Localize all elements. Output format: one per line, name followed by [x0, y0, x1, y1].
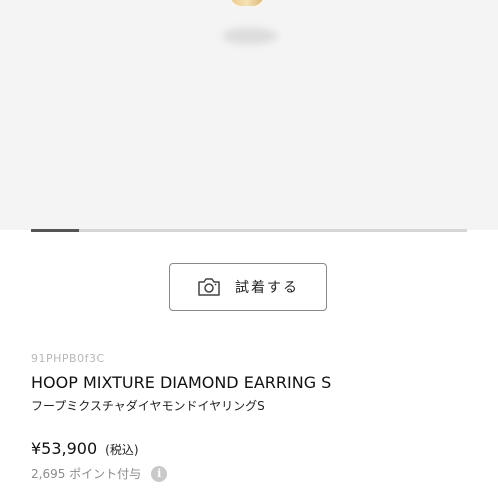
product-name-en: HOOP MIXTURE DIAMOND EARRING S [31, 373, 332, 392]
points-text: 2,695 ポイント付与 [31, 467, 142, 481]
product-sku: 91PHPB0f3C [31, 352, 105, 365]
gallery-progress-bar [31, 229, 467, 232]
gallery-progress-fill [31, 229, 79, 232]
product-image-area[interactable] [0, 0, 498, 230]
product-price: ¥53,900 [31, 439, 98, 458]
price-row: ¥53,900 (税込) [31, 439, 139, 458]
camera-icon [197, 277, 221, 297]
product-image [230, 0, 264, 6]
try-on-button[interactable]: 試着する [169, 263, 327, 311]
try-on-label: 試着する [235, 280, 299, 296]
points-row: 2,695 ポイント付与 i [31, 465, 168, 482]
product-name-ja: フープミクスチャダイヤモンドイヤリングS [31, 399, 265, 413]
info-icon[interactable]: i [151, 465, 168, 482]
product-image-shadow [222, 28, 278, 44]
tax-note: (税込) [105, 443, 139, 457]
